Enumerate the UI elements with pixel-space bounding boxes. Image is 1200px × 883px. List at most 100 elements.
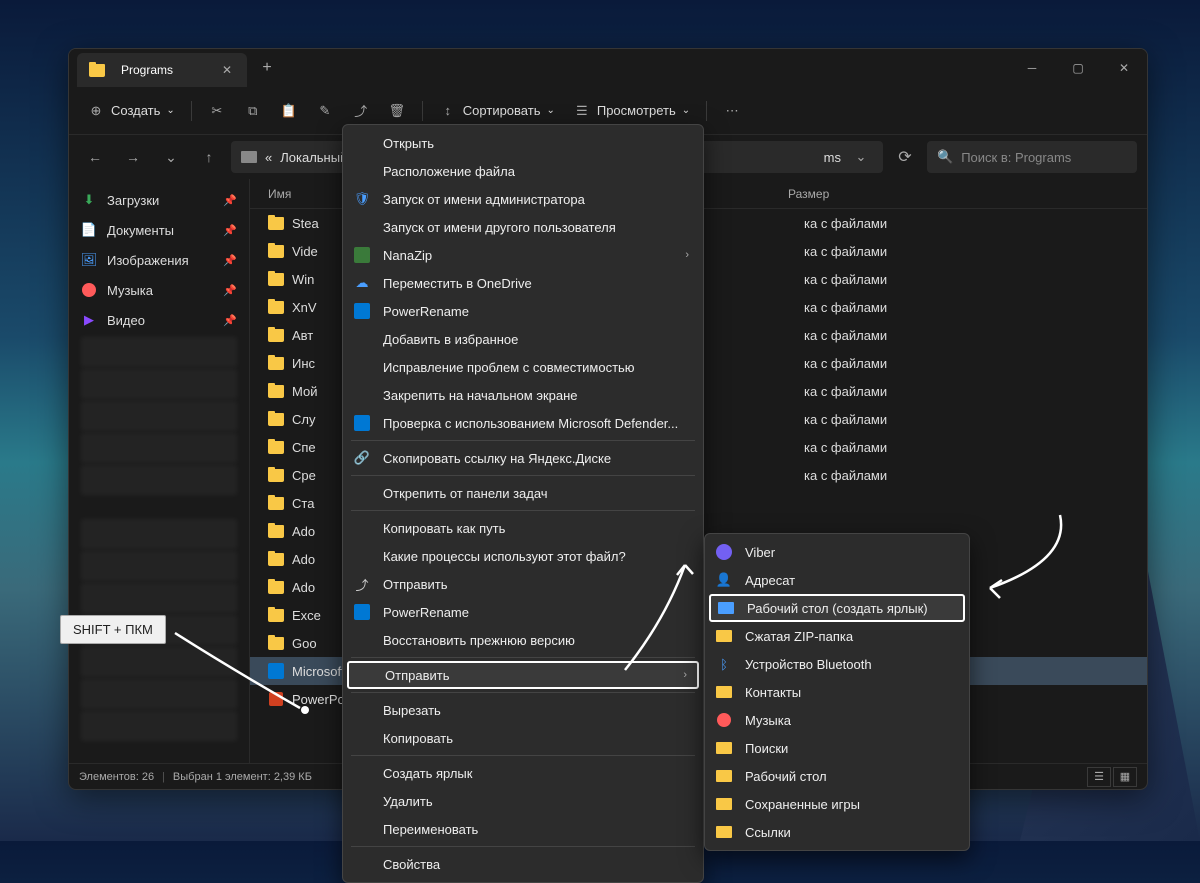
folder-icon	[268, 299, 284, 315]
submenu-item[interactable]: 👤Адресат	[705, 566, 969, 594]
context-menu-item[interactable]: Удалить	[343, 787, 703, 815]
image-icon: 🖼	[81, 252, 97, 268]
folder-icon	[268, 579, 284, 595]
search-icon: 🔍	[937, 149, 953, 165]
submenu-item[interactable]: Ссылки	[705, 818, 969, 846]
context-menu-item[interactable]: Запуск от имени другого пользователя	[343, 213, 703, 241]
bluetooth-icon: ᛒ	[715, 655, 733, 673]
submenu-item[interactable]: ᛒУстройство Bluetooth	[705, 650, 969, 678]
chevron-down-icon[interactable]: ⌄	[849, 149, 873, 165]
sidebar-item-images[interactable]: 🖼Изображения📌	[69, 245, 249, 275]
context-menu-item[interactable]: Проверка с использованием Microsoft Defe…	[343, 409, 703, 437]
sidebar-item-music[interactable]: Музыка📌	[69, 275, 249, 305]
context-menu-item[interactable]: Открепить от панели задач	[343, 479, 703, 507]
context-menu-item[interactable]: Добавить в избранное	[343, 325, 703, 353]
tab-programs[interactable]: Programs ✕	[77, 53, 247, 87]
column-size[interactable]: Размер	[788, 187, 868, 201]
folder-icon	[268, 495, 284, 511]
create-button[interactable]: ⊕ Создать ⌄	[79, 95, 183, 127]
folder-icon	[268, 271, 284, 287]
folder-icon	[715, 823, 733, 841]
pin-icon: 📌	[223, 224, 237, 237]
submenu-item[interactable]: Рабочий стол	[705, 762, 969, 790]
submenu-item[interactable]: Сжатая ZIP-папка	[705, 622, 969, 650]
folder-icon	[268, 355, 284, 371]
folder-icon	[268, 215, 284, 231]
document-icon: 📄	[81, 222, 97, 238]
context-menu-item[interactable]: 🔗Скопировать ссылку на Яндекс.Диске	[343, 444, 703, 472]
context-menu-item[interactable]: PowerRename	[343, 297, 703, 325]
paste-button[interactable]: 📋	[272, 95, 306, 127]
details-view-button[interactable]: ☰	[1087, 767, 1111, 787]
powerrename-icon	[353, 603, 371, 621]
music-icon	[81, 282, 97, 298]
tiles-view-button[interactable]: ▦	[1113, 767, 1137, 787]
submenu-item[interactable]: Сохраненные игры	[705, 790, 969, 818]
context-menu-item[interactable]: Исправление проблем с совместимостью	[343, 353, 703, 381]
sidebar-item-downloads[interactable]: ⬇Загрузки📌	[69, 185, 249, 215]
refresh-button[interactable]: ⟳	[889, 141, 921, 173]
context-menu-item[interactable]: Вырезать	[343, 696, 703, 724]
shield-icon: 🛡	[353, 190, 371, 208]
copy-button[interactable]: ⧉	[236, 95, 270, 127]
send-to-submenu: Viber👤АдресатРабочий стол (создать ярлык…	[704, 533, 970, 851]
sort-icon: ↕	[439, 102, 457, 120]
submenu-item[interactable]: Рабочий стол (создать ярлык)	[709, 594, 965, 622]
search-input[interactable]: 🔍 Поиск в: Programs	[927, 141, 1137, 173]
submenu-item[interactable]: Музыка	[705, 706, 969, 734]
share-button[interactable]: ⤴	[344, 95, 378, 127]
sidebar-item-video[interactable]: ▶Видео📌	[69, 305, 249, 335]
context-menu-item[interactable]: ☁Переместить в OneDrive	[343, 269, 703, 297]
folder-icon	[268, 411, 284, 427]
context-menu-item[interactable]: Копировать	[343, 724, 703, 752]
maximize-button[interactable]: ▢	[1055, 49, 1101, 87]
folder-icon	[268, 523, 284, 539]
context-menu-item[interactable]: Копировать как путь	[343, 514, 703, 542]
view-button[interactable]: ☰ Просмотреть ⌄	[565, 95, 698, 127]
nanazip-icon	[353, 246, 371, 264]
close-button[interactable]: ✕	[1101, 49, 1147, 87]
desktop-icon	[717, 599, 735, 617]
scissors-icon: ✂	[208, 102, 226, 120]
folder-icon	[268, 467, 284, 483]
annotation-label: SHIFT + ПКМ	[60, 615, 166, 644]
more-button[interactable]: ⋯	[715, 95, 749, 127]
share-icon: ⤴	[353, 575, 371, 593]
forward-button[interactable]: →	[117, 141, 149, 173]
context-menu-item[interactable]: Расположение файла	[343, 157, 703, 185]
folder-icon	[715, 795, 733, 813]
chevron-right-icon: ›	[685, 249, 689, 261]
up-button[interactable]: ↑	[193, 141, 225, 173]
context-menu-item[interactable]: Переименовать	[343, 815, 703, 843]
context-menu-item[interactable]: Открыть	[343, 129, 703, 157]
cloud-icon: ☁	[353, 274, 371, 292]
context-menu-item[interactable]: Создать ярлык	[343, 759, 703, 787]
chevron-down-icon: ⌄	[682, 105, 690, 116]
folder-icon	[89, 62, 105, 78]
recent-button[interactable]: ⌄	[155, 141, 187, 173]
folder-icon	[715, 627, 733, 645]
back-button[interactable]: ←	[79, 141, 111, 173]
cut-button[interactable]: ✂	[200, 95, 234, 127]
folder-icon	[268, 607, 284, 623]
new-tab-button[interactable]: +	[251, 52, 283, 84]
video-icon: ▶	[81, 312, 97, 328]
context-menu-item[interactable]: 🛡Запуск от имени администратора	[343, 185, 703, 213]
chevron-down-icon: ⌄	[546, 105, 554, 116]
context-menu-item[interactable]: Закрепить на начальном экране	[343, 381, 703, 409]
view-icon: ☰	[573, 102, 591, 120]
rename-button[interactable]: ✎	[308, 95, 342, 127]
minimize-button[interactable]: ─	[1009, 49, 1055, 87]
sort-button[interactable]: ↕ Сортировать ⌄	[431, 95, 563, 127]
folder-icon	[715, 739, 733, 757]
context-menu-item[interactable]: NanaZip›	[343, 241, 703, 269]
context-menu-item[interactable]: Свойства	[343, 850, 703, 878]
delete-button[interactable]: 🗑	[380, 95, 414, 127]
submenu-item[interactable]: Контакты	[705, 678, 969, 706]
tab-close-button[interactable]: ✕	[219, 62, 235, 78]
submenu-item[interactable]: Поиски	[705, 734, 969, 762]
submenu-item[interactable]: Viber	[705, 538, 969, 566]
sidebar-item-documents[interactable]: 📄Документы📌	[69, 215, 249, 245]
music-icon	[715, 711, 733, 729]
folder-icon	[268, 243, 284, 259]
